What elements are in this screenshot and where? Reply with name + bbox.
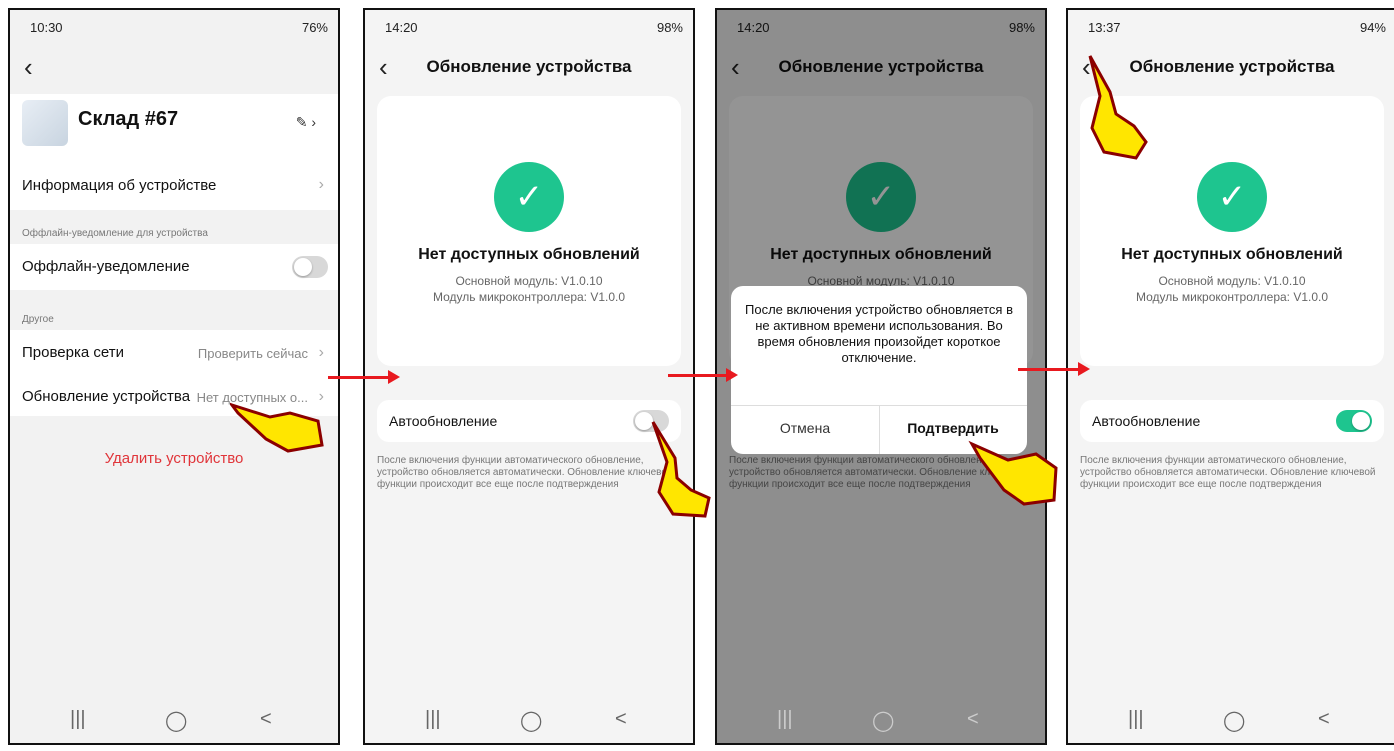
auto-update-row: Автообновление xyxy=(377,400,681,442)
status-bar: 14:20 98% xyxy=(365,10,693,50)
section-other: Другое xyxy=(22,314,54,325)
home-icon[interactable]: ◯ xyxy=(520,708,542,733)
auto-update-toggle[interactable] xyxy=(1336,410,1372,432)
status-battery: 76% xyxy=(301,20,328,35)
back-icon[interactable]: ‹ xyxy=(24,52,33,82)
device-info-label: Информация об устройстве xyxy=(22,177,217,194)
confirm-dialog: После включения устройство обновляется в… xyxy=(731,286,1027,454)
pointing-hand-icon xyxy=(968,440,1058,506)
recent-apps-icon[interactable]: ||| xyxy=(1128,708,1144,731)
device-card[interactable]: Склад #67 ✎ › xyxy=(10,94,338,162)
step-arrow xyxy=(328,370,400,384)
pointing-hand-icon xyxy=(230,402,324,453)
step-arrow xyxy=(1018,362,1090,376)
offline-toggle[interactable] xyxy=(292,256,328,278)
chevron-right-icon: › xyxy=(318,344,324,361)
step-arrow xyxy=(668,368,738,382)
back-nav-icon[interactable]: < xyxy=(1318,708,1330,731)
phone-device-settings: 10:30 76% ‹ Склад #67 ✎ › Информация об … xyxy=(8,8,340,745)
main-module-version: Основной модуль: V1.0.10 xyxy=(1158,274,1306,288)
dialog-message: После включения устройство обновляется в… xyxy=(745,302,1013,365)
no-updates-title: Нет доступных обновлений xyxy=(418,246,640,263)
auto-update-note: После включения функции автоматического … xyxy=(377,455,673,490)
mcu-module-version: Модуль микроконтроллера: V1.0.0 xyxy=(1135,290,1329,304)
auto-update-note: После включения функции автоматического … xyxy=(1080,455,1376,490)
recent-apps-icon[interactable]: ||| xyxy=(425,708,441,731)
mcu-module-version: Модуль микроконтроллера: V1.0.0 xyxy=(432,290,626,304)
recent-apps-icon[interactable]: ||| xyxy=(777,708,793,731)
phone-update-confirm: 14:20 98% ‹ Обновление устройства ✓ Нет … xyxy=(715,8,1047,745)
offline-label: Оффлайн-уведомление xyxy=(22,258,190,275)
check-circle-icon: ✓ xyxy=(1197,162,1267,232)
row-device-info[interactable]: Информация об устройстве › xyxy=(10,162,338,210)
status-time: 14:20 xyxy=(385,20,418,35)
edit-icon[interactable]: ✎ › xyxy=(296,114,316,131)
auto-update-row: Автообновление xyxy=(1080,400,1384,442)
system-nav: ||| ◯ < xyxy=(10,699,338,743)
system-nav: ||| ◯ < xyxy=(717,699,1045,743)
back-nav-icon[interactable]: < xyxy=(260,708,272,731)
status-bar: 10:30 76% xyxy=(10,10,338,50)
back-nav-icon[interactable]: < xyxy=(967,708,979,731)
network-label: Проверка сети xyxy=(22,344,124,361)
recent-apps-icon[interactable]: ||| xyxy=(70,708,86,731)
status-bar: 13:37 94% xyxy=(1068,10,1394,50)
cancel-button[interactable]: Отмена xyxy=(731,420,879,436)
update-status-card: ✓ Нет доступных обновлений Основной моду… xyxy=(377,96,681,366)
home-icon[interactable]: ◯ xyxy=(165,708,187,733)
status-time: 10:30 xyxy=(30,20,63,35)
confirm-button[interactable]: Подтвердить xyxy=(879,420,1027,436)
page-title: Обновление устройства xyxy=(426,57,632,76)
section-offline: Оффлайн-уведомление для устройства xyxy=(22,228,208,239)
phone-device-update: 14:20 98% ‹ Обновление устройства ✓ Нет … xyxy=(363,8,695,745)
system-nav: ||| ◯ < xyxy=(1068,699,1394,743)
no-updates-title: Нет доступных обновлений xyxy=(1121,246,1343,263)
chevron-right-icon: › xyxy=(318,176,324,193)
device-name: Склад #67 xyxy=(78,108,179,130)
home-icon[interactable]: ◯ xyxy=(1223,708,1245,733)
check-circle-icon: ✓ xyxy=(494,162,564,232)
device-image xyxy=(22,100,68,146)
header: ‹ xyxy=(10,48,338,92)
header: ‹ Обновление устройства xyxy=(365,48,693,92)
update-label[interactable]: Обновление устройства xyxy=(22,388,190,405)
pointing-hand-icon xyxy=(1088,55,1148,160)
main-module-version: Основной модуль: V1.0.10 xyxy=(455,274,603,288)
pointing-hand-icon xyxy=(651,421,711,518)
row-offline: Оффлайн-уведомление xyxy=(10,244,338,290)
auto-update-label: Автообновление xyxy=(389,413,498,429)
status-time: 13:37 xyxy=(1088,20,1121,35)
system-nav: ||| ◯ < xyxy=(365,699,693,743)
back-nav-icon[interactable]: < xyxy=(615,708,627,731)
auto-update-label: Автообновление xyxy=(1092,413,1201,429)
home-icon[interactable]: ◯ xyxy=(872,708,894,733)
status-battery: 98% xyxy=(656,20,683,35)
status-battery: 94% xyxy=(1359,20,1386,35)
network-value[interactable]: Проверить сейчас xyxy=(198,346,308,361)
